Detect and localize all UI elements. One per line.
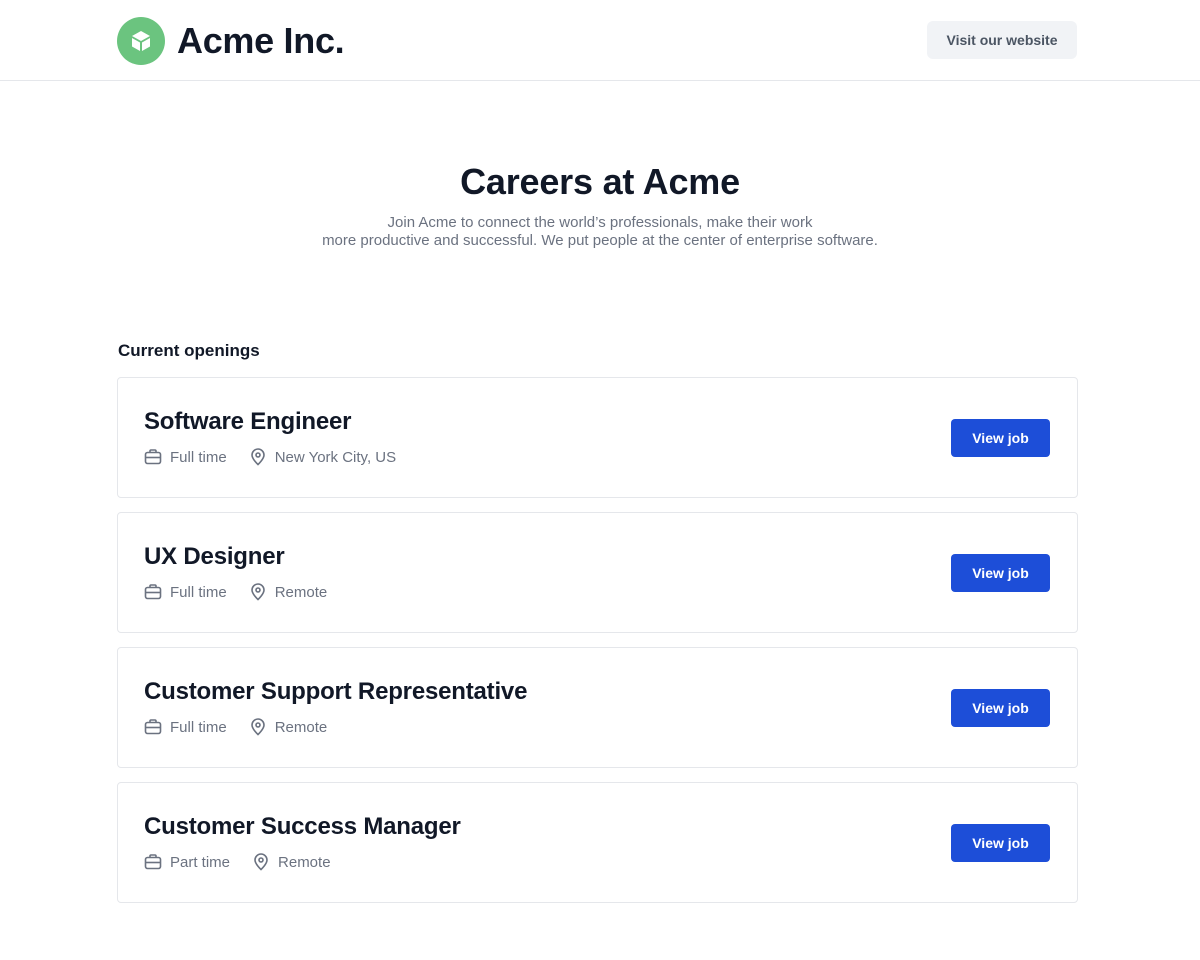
job-title: Software Engineer [144,408,352,435]
view-job-button[interactable]: View job [951,554,1050,592]
cube-icon-graphic [132,31,150,51]
job-title: UX Designer [144,543,285,570]
job-location: Remote [249,583,328,601]
job-meta: Full time New York City, US [144,448,418,466]
brand-name: Acme Inc. [177,20,345,61]
job-meta: Part time Remote [144,853,353,871]
current-openings-heading: Current openings [118,341,260,360]
job-location: Remote [249,718,328,736]
hero-description: Join Acme to connect the world’s profess… [0,214,1200,250]
job-location: Remote [252,853,331,871]
view-job-button[interactable]: View job [951,419,1050,457]
map-pin-icon [252,853,270,871]
briefcase-icon [144,853,162,871]
briefcase-icon [144,448,162,466]
job-title: Customer Success Manager [144,813,461,840]
job-title: Customer Support Representative [144,678,528,705]
employment-type-label: Full time [170,718,227,736]
employment-type: Full time [144,583,227,601]
brand[interactable]: Acme Inc. [117,17,345,65]
job-card: UX Designer Full time Remote View job [117,512,1078,633]
hero-section: Careers at Acme Join Acme to connect the… [0,160,1200,250]
hero-description-line-2: more productive and successful. We put p… [322,232,878,249]
cube-icon [117,17,165,65]
location-label: Remote [274,718,328,736]
location-label: New York City, US [274,448,397,466]
employment-type: Part time [144,853,230,871]
job-location: New York City, US [249,448,396,466]
employment-type-label: Full time [170,583,227,601]
map-pin-icon [249,583,267,601]
view-job-button[interactable]: View job [951,689,1050,727]
hero-description-line-1: Join Acme to connect the world’s profess… [387,214,813,231]
job-list: Software Engineer Full time New York Cit… [117,377,1078,917]
page-title: Careers at Acme [460,161,740,202]
job-card: Software Engineer Full time New York Cit… [117,377,1078,498]
job-card: Customer Support Representative Full tim… [117,647,1078,768]
location-label: Remote [274,583,328,601]
job-meta: Full time Remote [144,583,349,601]
visit-website-button[interactable]: Visit our website [927,21,1077,59]
employment-type: Full time [144,448,227,466]
employment-type: Full time [144,718,227,736]
briefcase-icon [144,718,162,736]
briefcase-icon [144,583,162,601]
location-label: Remote [278,853,331,871]
employment-type-label: Full time [170,448,227,466]
employment-type-label: Part time [170,853,231,871]
job-card: Customer Success Manager Part time Remot… [117,782,1078,903]
site-header: Acme Inc. Visit our website [0,0,1200,81]
view-job-button[interactable]: View job [951,824,1050,862]
map-pin-icon [249,718,267,736]
map-pin-icon [249,448,267,466]
job-meta: Full time Remote [144,718,349,736]
